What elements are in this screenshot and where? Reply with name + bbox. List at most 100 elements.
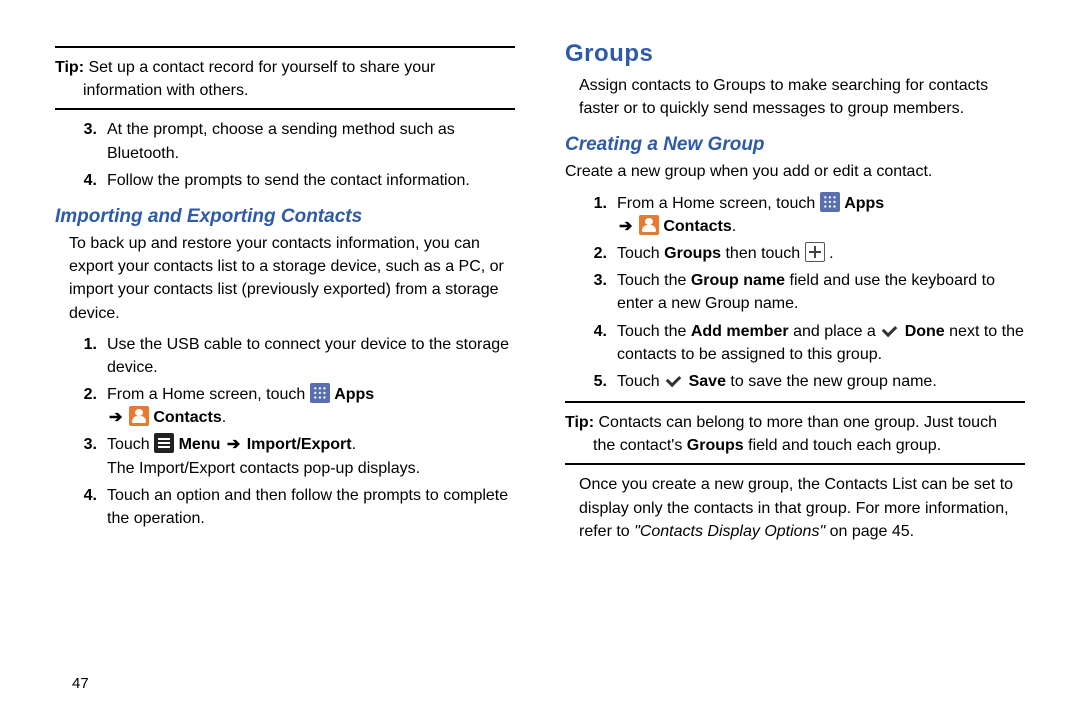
- plus-icon: [805, 242, 825, 262]
- step-text: Use the USB cable to connect your device…: [107, 333, 515, 379]
- add-member-label: Add member: [691, 323, 789, 340]
- divider: [55, 108, 515, 110]
- apps-icon: [310, 383, 330, 403]
- step-subtext: The Import/Export contacts pop-up displa…: [107, 457, 515, 480]
- text-fragment: Touch: [617, 245, 664, 262]
- step-text: From a Home screen, touch Apps ➔ Contact…: [107, 383, 515, 429]
- step-number: 3.: [565, 269, 617, 315]
- section-heading: Importing and Exporting Contacts: [55, 206, 515, 228]
- step-text: At the prompt, choose a sending method s…: [107, 118, 515, 164]
- list-item: 4. Touch an option and then follow the p…: [55, 484, 515, 530]
- step-text: Touch an option and then follow the prom…: [107, 484, 515, 530]
- manual-page: Tip: Set up a contact record for yoursel…: [0, 0, 1080, 579]
- cross-reference: "Contacts Display Options": [634, 523, 825, 540]
- step-text: Touch Groups then touch .: [617, 242, 1025, 265]
- arrow-icon: ➔: [107, 409, 124, 426]
- outro-paragraph: Once you create a new group, the Contact…: [565, 473, 1025, 543]
- text-fragment: From a Home screen, touch: [107, 386, 310, 403]
- groups-field-label: Groups: [687, 437, 744, 454]
- list-item: 5. Touch Save to save the new group name…: [565, 370, 1025, 393]
- import-export-label: Import/Export: [247, 436, 352, 453]
- menu-label: Menu: [179, 436, 221, 453]
- text-fragment: to save the new group name.: [726, 373, 937, 390]
- step-number: 4.: [565, 320, 617, 366]
- tip-text: Contacts can belong to more than one gro…: [598, 414, 996, 431]
- text-fragment: then touch: [721, 245, 805, 262]
- divider: [565, 463, 1025, 465]
- check-icon: [664, 370, 684, 390]
- list-item: 3. At the prompt, choose a sending metho…: [55, 118, 515, 164]
- text-fragment: the contact's: [593, 437, 687, 454]
- save-label: Save: [689, 373, 726, 390]
- text-fragment: .: [732, 218, 736, 235]
- right-column: Groups Assign contacts to Groups to make…: [565, 40, 1025, 549]
- groups-label: Groups: [664, 245, 721, 262]
- tip-label: Tip:: [55, 59, 84, 76]
- step-number: 4.: [55, 169, 107, 192]
- list-item: 3. Touch the Group name field and use th…: [565, 269, 1025, 315]
- contacts-icon: [129, 406, 149, 426]
- numbered-list: 3. At the prompt, choose a sending metho…: [55, 118, 515, 192]
- menu-icon: [154, 433, 174, 453]
- text-fragment: Touch the: [617, 272, 691, 289]
- text-fragment: .: [352, 436, 356, 453]
- text-fragment: Touch the: [617, 323, 691, 340]
- step-number: 3.: [55, 433, 107, 479]
- apps-icon: [820, 192, 840, 212]
- arrow-icon: ➔: [617, 218, 634, 235]
- step-number: 1.: [55, 333, 107, 379]
- text-fragment: Touch: [107, 436, 154, 453]
- step-text: Touch Menu ➔ Import/Export. The Import/E…: [107, 433, 515, 479]
- step-number: 2.: [55, 383, 107, 429]
- tip-box: Tip: Set up a contact record for yoursel…: [55, 56, 515, 102]
- list-item: 2. From a Home screen, touch Apps ➔ Cont…: [55, 383, 515, 429]
- divider: [565, 401, 1025, 403]
- step-number: 2.: [565, 242, 617, 265]
- list-item: 4. Follow the prompts to send the contac…: [55, 169, 515, 192]
- tip-text-cont: information with others.: [55, 79, 515, 102]
- step-number: 1.: [565, 192, 617, 238]
- text-fragment: Touch: [617, 373, 664, 390]
- tip-box: Tip: Contacts can belong to more than on…: [565, 411, 1025, 457]
- apps-label: Apps: [844, 195, 884, 212]
- contacts-label: Contacts: [153, 409, 221, 426]
- apps-label: Apps: [334, 386, 374, 403]
- page-number: 47: [72, 675, 89, 692]
- numbered-list: 1. From a Home screen, touch Apps ➔ Cont…: [565, 192, 1025, 394]
- list-item: 1. From a Home screen, touch Apps ➔ Cont…: [565, 192, 1025, 238]
- left-column: Tip: Set up a contact record for yoursel…: [55, 40, 515, 549]
- step-number: 3.: [55, 118, 107, 164]
- section-intro: Create a new group when you add or edit …: [565, 160, 1025, 183]
- step-number: 5.: [565, 370, 617, 393]
- text-fragment: .: [829, 245, 833, 262]
- step-text: Follow the prompts to send the contact i…: [107, 169, 515, 192]
- text-fragment: field and touch each group.: [744, 437, 941, 454]
- list-item: 3. Touch Menu ➔ Import/Export. The Impor…: [55, 433, 515, 479]
- numbered-list: 1. Use the USB cable to connect your dev…: [55, 333, 515, 531]
- heading-intro: Assign contacts to Groups to make search…: [565, 74, 1025, 120]
- tip-label: Tip:: [565, 414, 594, 431]
- text-fragment: on page 45.: [825, 523, 914, 540]
- list-item: 1. Use the USB cable to connect your dev…: [55, 333, 515, 379]
- text-fragment: From a Home screen, touch: [617, 195, 820, 212]
- step-number: 4.: [55, 484, 107, 530]
- section-heading: Creating a New Group: [565, 134, 1025, 156]
- group-name-label: Group name: [691, 272, 785, 289]
- page-heading: Groups: [565, 40, 1025, 68]
- list-item: 4. Touch the Add member and place a Done…: [565, 320, 1025, 366]
- list-item: 2. Touch Groups then touch .: [565, 242, 1025, 265]
- arrow-icon: ➔: [225, 436, 242, 453]
- step-text: From a Home screen, touch Apps ➔ Contact…: [617, 192, 1025, 238]
- text-fragment: .: [222, 409, 226, 426]
- tip-text-cont: the contact's Groups field and touch eac…: [565, 434, 1025, 457]
- done-label: Done: [905, 323, 945, 340]
- section-intro: To back up and restore your contacts inf…: [55, 232, 515, 325]
- tip-text: Set up a contact record for yourself to …: [88, 59, 435, 76]
- step-text: Touch the Add member and place a Done ne…: [617, 320, 1025, 366]
- step-text: Touch Save to save the new group name.: [617, 370, 1025, 393]
- text-fragment: and place a: [789, 323, 881, 340]
- contacts-label: Contacts: [663, 218, 731, 235]
- divider: [55, 46, 515, 48]
- contacts-icon: [639, 215, 659, 235]
- check-icon: [880, 320, 900, 340]
